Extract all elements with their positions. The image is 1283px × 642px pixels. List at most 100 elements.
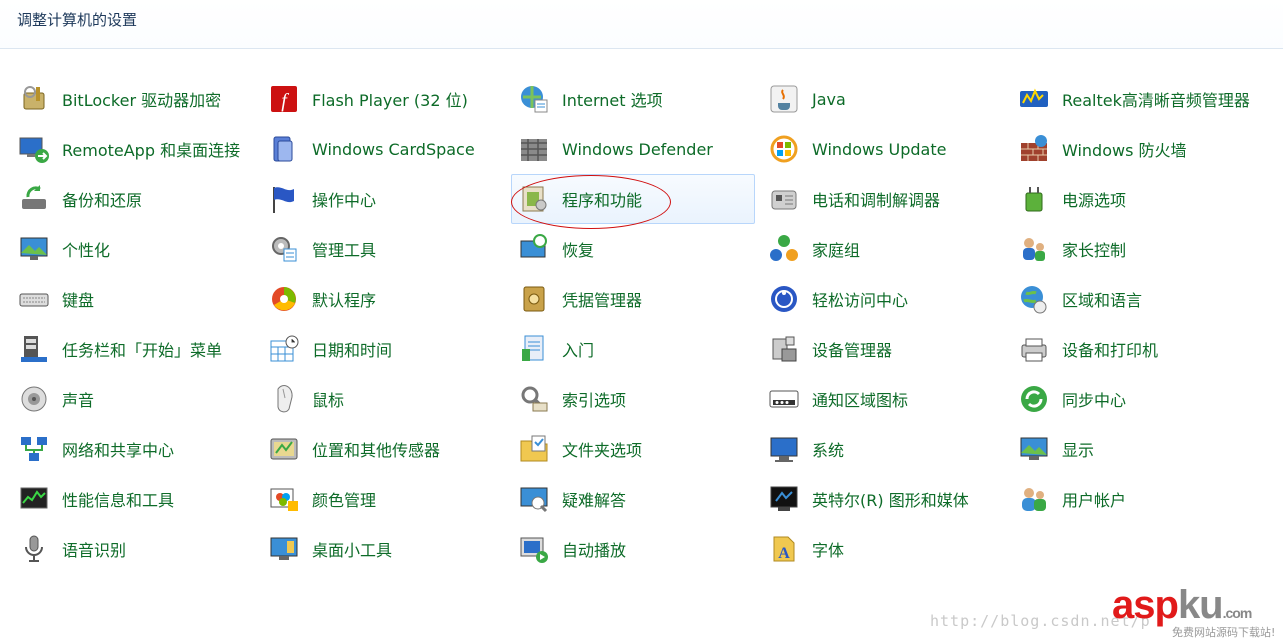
color-management-icon xyxy=(268,483,300,515)
cp-item-bitlocker-key[interactable]: BitLocker 驱动器加密 xyxy=(12,74,262,124)
cp-item-remoteapp[interactable]: RemoteApp 和桌面连接 xyxy=(12,124,262,174)
java-icon xyxy=(768,83,800,115)
cp-item-intel-graphics[interactable]: 英特尔(R) 图形和媒体 xyxy=(762,474,1012,524)
cardspace-icon xyxy=(268,133,300,165)
cp-item-user-accounts[interactable]: 用户帐户 xyxy=(1012,474,1262,524)
desktop-gadgets-icon xyxy=(268,533,300,565)
cp-item-programs-features[interactable]: 程序和功能 xyxy=(511,174,755,224)
page-title: 调整计算机的设置 xyxy=(17,11,138,29)
cp-item-parental-controls[interactable]: 家长控制 xyxy=(1012,224,1262,274)
cp-item-label: 同步中心 xyxy=(1062,391,1127,410)
cp-item-windows-update[interactable]: Windows Update xyxy=(762,124,1012,174)
backup-restore-icon xyxy=(18,183,50,215)
cp-item-internet-options[interactable]: Internet 选项 xyxy=(512,74,762,124)
cp-item-performance[interactable]: 性能信息和工具 xyxy=(12,474,262,524)
cp-item-region-language[interactable]: 区域和语言 xyxy=(1012,274,1262,324)
cp-item-taskbar-start[interactable]: 任务栏和「开始」菜单 xyxy=(12,324,262,374)
cp-item-firewall[interactable]: Windows 防火墙 xyxy=(1012,124,1262,174)
cp-item-label: 疑难解答 xyxy=(562,491,627,510)
cp-item-phone-modem[interactable]: 电话和调制解调器 xyxy=(762,174,1012,224)
svg-text:A: A xyxy=(778,545,790,562)
cp-item-label: 键盘 xyxy=(62,291,95,310)
cp-item-flash-player[interactable]: f Flash Player (32 位) xyxy=(262,74,512,124)
cp-item-homegroup[interactable]: 家庭组 xyxy=(762,224,1012,274)
cp-item-device-manager[interactable]: 设备管理器 xyxy=(762,324,1012,374)
cp-item-label: Windows 防火墙 xyxy=(1062,141,1187,160)
admin-tools-icon xyxy=(268,233,300,265)
cp-item-credential-manager[interactable]: 凭据管理器 xyxy=(512,274,762,324)
control-panel-items: BitLocker 驱动器加密 f Flash Player (32 位) Inter… xyxy=(12,74,1262,574)
firewall-icon xyxy=(1018,133,1050,165)
cp-item-display[interactable]: 显示 xyxy=(1012,424,1262,474)
cp-item-personalization[interactable]: 个性化 xyxy=(12,224,262,274)
mouse-icon xyxy=(268,383,300,415)
cp-item-label: 设备管理器 xyxy=(812,341,893,360)
cp-item-location-sensors[interactable]: 位置和其他传感器 xyxy=(262,424,512,474)
cp-item-label: 系统 xyxy=(812,441,845,460)
cp-item-label: 操作中心 xyxy=(312,191,377,210)
cp-item-indexing-options[interactable]: 索引选项 xyxy=(512,374,762,424)
cp-item-label: 恢复 xyxy=(562,241,595,260)
power-options-icon xyxy=(1018,183,1050,215)
cp-item-speech-recognition[interactable]: 语音识别 xyxy=(12,524,262,574)
cp-item-default-programs[interactable]: 默认程序 xyxy=(262,274,512,324)
notification-area-icon xyxy=(768,383,800,415)
cp-item-label: 备份和还原 xyxy=(62,191,143,210)
cp-item-label: 日期和时间 xyxy=(312,341,393,360)
taskbar-start-icon xyxy=(18,333,50,365)
cp-item-java[interactable]: Java xyxy=(762,74,1012,124)
cp-item-action-center-flag[interactable]: 操作中心 xyxy=(262,174,512,224)
cp-item-system[interactable]: 系统 xyxy=(762,424,1012,474)
cp-item-notification-area[interactable]: 通知区域图标 xyxy=(762,374,1012,424)
cp-item-label: 设备和打印机 xyxy=(1062,341,1159,360)
cp-item-label: 电话和调制解调器 xyxy=(812,191,941,210)
cp-item-keyboard[interactable]: 键盘 xyxy=(12,274,262,324)
cp-item-label: 入门 xyxy=(562,341,595,360)
personalization-icon xyxy=(18,233,50,265)
cp-item-network-sharing[interactable]: 网络和共享中心 xyxy=(12,424,262,474)
cp-item-label: 英特尔(R) 图形和媒体 xyxy=(812,491,969,510)
cp-item-date-time[interactable]: 日期和时间 xyxy=(262,324,512,374)
cp-item-fonts[interactable]: A 字体 xyxy=(762,524,1012,574)
cp-item-autoplay[interactable]: 自动播放 xyxy=(512,524,762,574)
cp-item-label: 颜色管理 xyxy=(312,491,377,510)
cp-item-label: 文件夹选项 xyxy=(562,441,643,460)
cp-item-sound[interactable]: 声音 xyxy=(12,374,262,424)
cp-item-defender[interactable]: Windows Defender xyxy=(512,124,762,174)
cp-item-devices-printers[interactable]: 设备和打印机 xyxy=(1012,324,1262,374)
cp-item-label: Flash Player (32 位) xyxy=(312,91,468,110)
fonts-icon: A xyxy=(768,533,800,565)
cp-item-label: 位置和其他传感器 xyxy=(312,441,441,460)
cp-item-getting-started[interactable]: 入门 xyxy=(512,324,762,374)
cp-item-label: 鼠标 xyxy=(312,391,345,410)
cp-item-label: 默认程序 xyxy=(312,291,377,310)
region-language-icon xyxy=(1018,283,1050,315)
watermark-subtitle: 免费网站源码下载站! xyxy=(1172,626,1276,639)
getting-started-icon xyxy=(518,333,550,365)
cp-item-ease-of-access[interactable]: 轻松访问中心 xyxy=(762,274,1012,324)
defender-icon xyxy=(518,133,550,165)
cp-item-label: RemoteApp 和桌面连接 xyxy=(62,141,241,160)
cp-item-label: 管理工具 xyxy=(312,241,377,260)
cp-item-backup-restore[interactable]: 备份和还原 xyxy=(12,174,262,224)
cp-item-recovery[interactable]: 恢复 xyxy=(512,224,762,274)
cp-item-color-management[interactable]: 颜色管理 xyxy=(262,474,512,524)
homegroup-icon xyxy=(768,233,800,265)
cp-item-troubleshooting[interactable]: 疑难解答 xyxy=(512,474,762,524)
autoplay-icon xyxy=(518,533,550,565)
location-sensors-icon xyxy=(268,433,300,465)
speech-recognition-icon xyxy=(18,533,50,565)
cp-item-power-options[interactable]: 电源选项 xyxy=(1012,174,1262,224)
cp-item-mouse[interactable]: 鼠标 xyxy=(262,374,512,424)
parental-controls-icon xyxy=(1018,233,1050,265)
cp-item-label: 语音识别 xyxy=(62,541,127,560)
cp-item-folder-options[interactable]: 文件夹选项 xyxy=(512,424,762,474)
cp-item-admin-tools[interactable]: 管理工具 xyxy=(262,224,512,274)
indexing-options-icon xyxy=(518,383,550,415)
cp-item-desktop-gadgets[interactable]: 桌面小工具 xyxy=(262,524,512,574)
cp-item-sync-center[interactable]: 同步中心 xyxy=(1012,374,1262,424)
internet-options-icon xyxy=(518,83,550,115)
cp-item-realtek-audio[interactable]: Realtek高清晰音频管理器 xyxy=(1012,74,1262,124)
cp-item-cardspace[interactable]: Windows CardSpace xyxy=(262,124,512,174)
date-time-icon xyxy=(268,333,300,365)
